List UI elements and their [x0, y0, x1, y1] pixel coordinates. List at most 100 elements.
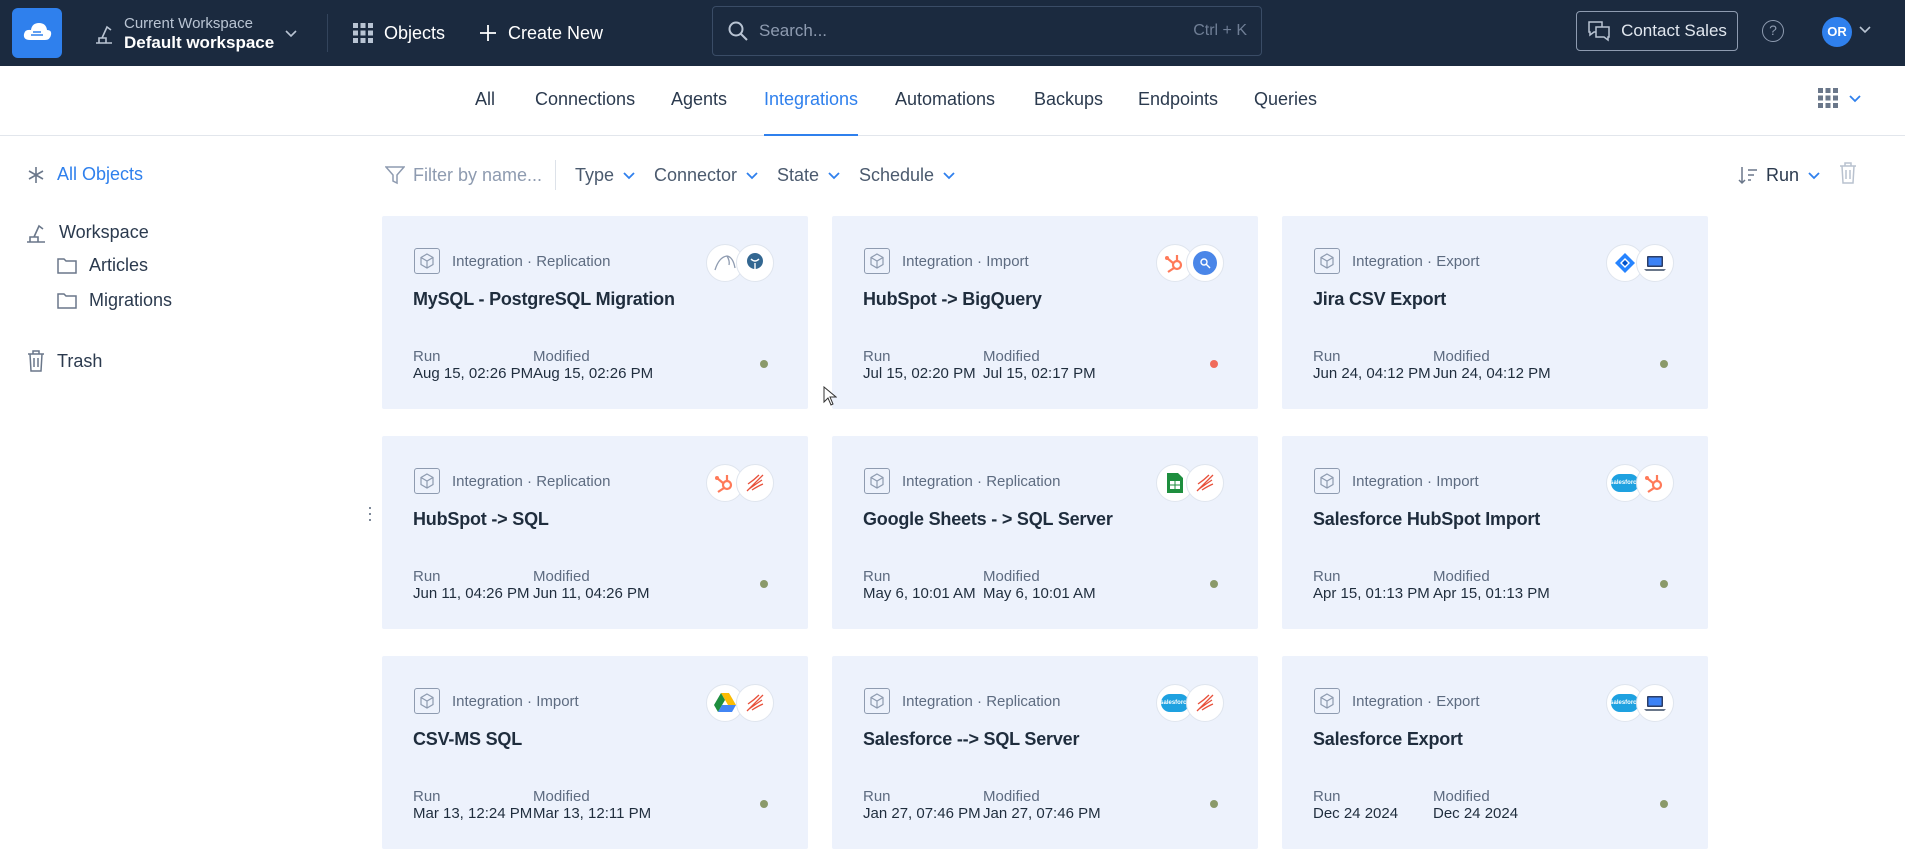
connector-icons: salesforce — [1606, 684, 1678, 724]
modified-label: Modified — [533, 348, 590, 365]
sql-server-icon — [1186, 684, 1224, 722]
modified-label: Modified — [983, 348, 1040, 365]
chevron-down-icon[interactable] — [1858, 24, 1872, 34]
connector-filter[interactable]: Connector — [654, 162, 759, 188]
integration-card[interactable]: Integration · Export Jira CSV Export Run… — [1282, 216, 1708, 409]
state-filter[interactable]: State — [777, 162, 841, 188]
run-info: Run Apr 15, 01:13 PM — [1313, 568, 1430, 602]
filter-placeholder: Filter by name... — [413, 164, 543, 185]
sql-server-icon — [736, 684, 774, 722]
laptop-icon — [1636, 684, 1674, 722]
objects-button[interactable]: Objects — [352, 18, 445, 48]
tab-queries[interactable]: Queries — [1254, 66, 1317, 136]
modified-info: Modified Jun 11, 04:26 PM — [533, 568, 649, 602]
integration-cube-icon — [414, 468, 440, 494]
trash-icon[interactable] — [1839, 162, 1857, 184]
postgresql-icon — [736, 244, 774, 282]
integration-cube-icon — [864, 468, 890, 494]
chevron-down-icon — [943, 172, 955, 180]
run-info: Run Jan 27, 07:46 PM — [863, 788, 981, 822]
run-info: Run Jun 11, 04:26 PM — [413, 568, 529, 602]
modified-value: Jun 11, 04:26 PM — [533, 585, 650, 602]
sidebar-item-trash[interactable]: Trash — [27, 350, 102, 372]
integration-card[interactable]: Integration · Import HubSpot -> BigQuery… — [832, 216, 1258, 409]
sort-icon — [1738, 167, 1757, 185]
schedule-filter[interactable]: Schedule — [859, 162, 956, 188]
tab-integrations[interactable]: Integrations — [764, 66, 859, 136]
sidebar-item-articles[interactable]: Articles — [57, 255, 148, 276]
run-info: Run Jun 24, 04:12 PM — [1313, 348, 1431, 382]
run-value: Jun 24, 04:12 PM — [1313, 365, 1431, 382]
modified-info: Modified Aug 15, 02:26 PM — [533, 348, 653, 382]
integration-card[interactable]: Integration · Replication HubSpot -> SQL… — [382, 436, 808, 629]
workspace-selector[interactable]: Current Workspace Default workspace — [94, 8, 298, 58]
top-bar: Current Workspace Default workspace Obje… — [0, 0, 1905, 66]
type-filter[interactable]: Type — [575, 162, 636, 188]
avatar[interactable]: OR — [1822, 17, 1852, 47]
integration-card[interactable]: Integration · Replication salesforce Sal… — [832, 656, 1258, 849]
card-title: Salesforce Export — [1313, 729, 1463, 749]
sidebar-item-migrations[interactable]: Migrations — [57, 290, 172, 311]
modified-value: Jul 15, 02:17 PM — [983, 365, 1096, 382]
integration-card[interactable]: Integration · Replication MySQL - Postgr… — [382, 216, 808, 409]
search-input[interactable]: Search... Ctrl + K — [712, 6, 1262, 56]
modified-info: Modified Jun 24, 04:12 PM — [1433, 348, 1551, 382]
tab-connections[interactable]: Connections — [535, 66, 635, 136]
view-switcher[interactable] — [1818, 88, 1862, 108]
sort-button[interactable]: Run — [1738, 162, 1821, 188]
connector-icons — [1156, 464, 1228, 504]
tab-all[interactable]: All — [475, 66, 495, 136]
card-kind-label: Integration · Import — [1352, 472, 1479, 490]
create-new-button[interactable]: Create New — [478, 18, 603, 48]
run-info: Run Jul 15, 02:20 PM — [863, 348, 976, 382]
card-kind: Integration · Import — [414, 688, 579, 714]
tab-endpoints[interactable]: Endpoints — [1138, 66, 1218, 136]
app-logo[interactable] — [12, 8, 62, 58]
sidebar-label: Trash — [57, 350, 103, 371]
sidebar-item-workspace[interactable]: Workspace — [25, 220, 149, 244]
modified-value: Dec 24 2024 — [1433, 805, 1519, 822]
tab-backups[interactable]: Backups — [1034, 66, 1103, 136]
integration-cube-icon — [414, 688, 440, 714]
cloud-icon — [23, 23, 52, 40]
filter-icon — [385, 166, 405, 185]
modified-info: Modified Mar 13, 12:11 PM — [533, 788, 651, 822]
sidebar-item-all-objects[interactable]: All Objects — [27, 164, 143, 185]
status-indicator — [1210, 800, 1218, 808]
status-indicator — [1660, 580, 1668, 588]
plus-icon — [480, 25, 496, 41]
modified-info: Modified Jan 27, 07:46 PM — [983, 788, 1101, 822]
integration-card[interactable]: Integration · Import CSV-MS SQL Run Mar … — [382, 656, 808, 849]
sort-label: Run — [1766, 164, 1800, 185]
asterisk-icon — [28, 166, 44, 183]
chevron-down-icon — [1808, 172, 1820, 180]
modified-value: Aug 15, 02:26 PM — [533, 365, 654, 382]
tab-automations[interactable]: Automations — [895, 66, 995, 136]
chevron-down-icon — [1849, 95, 1861, 103]
card-kind-label: Integration · Export — [1352, 252, 1480, 270]
integration-cube-icon — [1314, 468, 1340, 494]
tab-agents[interactable]: Agents — [671, 66, 727, 136]
modified-info: Modified Apr 15, 01:13 PM — [1433, 568, 1550, 602]
integration-card[interactable]: Integration · Import salesforce Salesfor… — [1282, 436, 1708, 629]
run-label: Run — [1313, 568, 1341, 585]
sql-server-icon — [736, 464, 774, 502]
run-value: Jun 11, 04:26 PM — [413, 585, 530, 602]
card-kind: Integration · Replication — [864, 468, 1060, 494]
schedule-filter-label: Schedule — [859, 164, 935, 185]
help-icon[interactable]: ? — [1762, 20, 1784, 42]
card-kind-label: Integration · Replication — [452, 252, 611, 270]
filter-by-name-input[interactable]: Filter by name... — [385, 162, 542, 188]
run-label: Run — [1313, 348, 1341, 365]
bigquery-icon — [1186, 244, 1224, 282]
chat-icon — [1588, 21, 1610, 42]
integration-card[interactable]: Integration · Replication Google Sheets … — [832, 436, 1258, 629]
integration-card[interactable]: Integration · Export salesforce Salesfor… — [1282, 656, 1708, 849]
integration-cube-icon — [864, 248, 890, 274]
search-icon — [728, 21, 748, 41]
run-info: Run Mar 13, 12:24 PM — [413, 788, 532, 822]
connector-icons — [1156, 244, 1228, 284]
sidebar-label: Workspace — [59, 221, 149, 242]
panel-resize-handle[interactable]: · · · — [367, 498, 373, 528]
contact-sales-button[interactable]: Contact Sales — [1576, 11, 1738, 51]
